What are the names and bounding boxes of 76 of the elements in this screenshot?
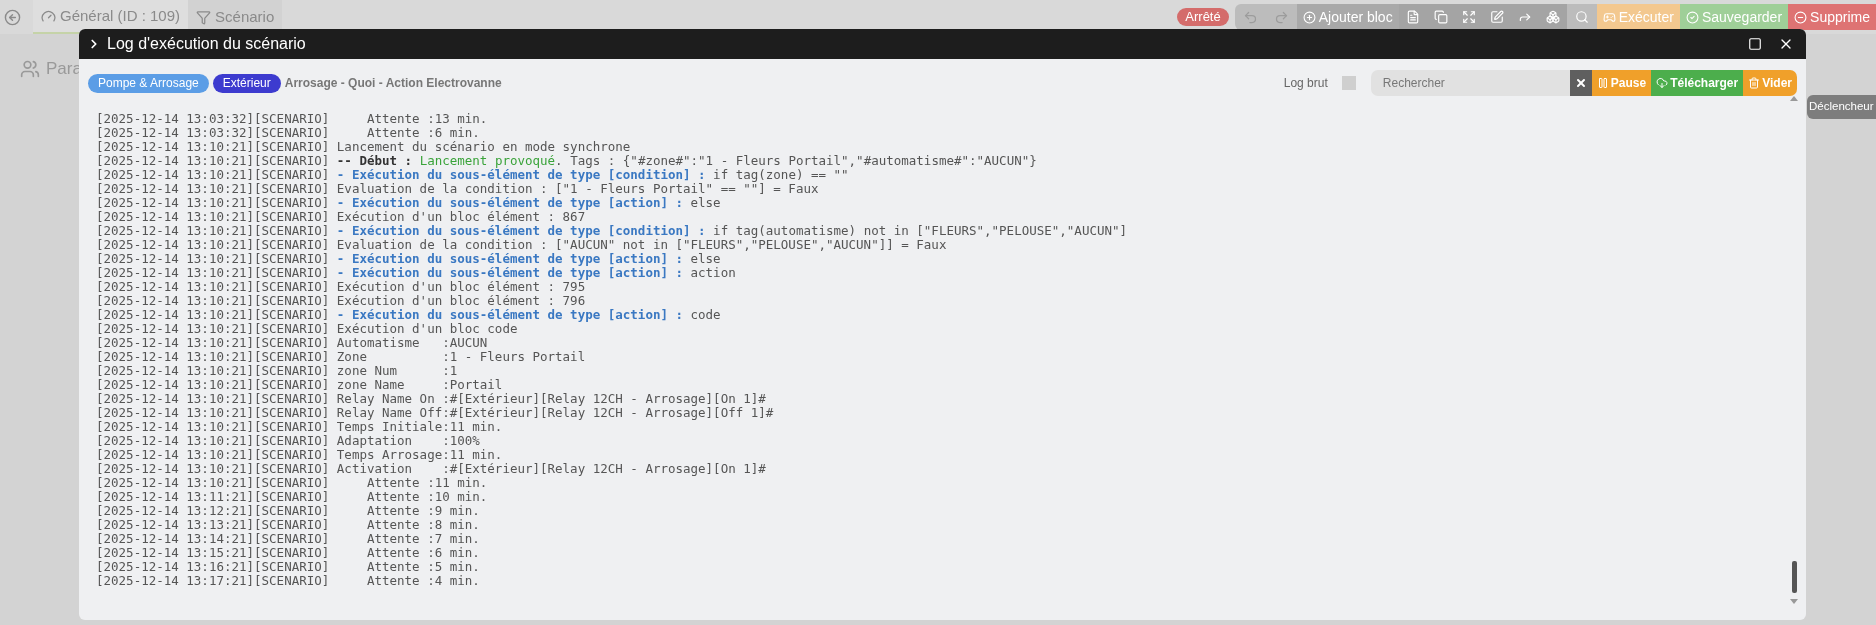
log-line: [2025-12-14 13:10:21][SCENARIO] Attente :11 min. xyxy=(96,476,488,490)
scenario-name: Arrosage - Quoi - Action Electrovanne xyxy=(284,75,502,92)
dialog-title: Log d'exécution du scénario xyxy=(107,34,306,54)
log-line: [2025-12-14 13:13:21][SCENARIO] Attente :8 min. xyxy=(96,518,480,532)
cubes-icon[interactable] xyxy=(1545,10,1560,24)
log-line: [2025-12-14 13:03:32][SCENARIO] Attente :13 min. xyxy=(96,112,488,126)
minus-circle-icon xyxy=(1794,10,1808,24)
tag-badge: Pompe & Arrosage xyxy=(88,73,209,93)
log-line: [2025-12-14 13:03:32][SCENARIO] Attente :6 min. xyxy=(96,126,480,140)
log-line: [2025-12-14 13:10:21][SCENARIO] - Exécution du sous-élément de type [action] : else xyxy=(96,196,721,210)
log-line: [2025-12-14 13:10:21][SCENARIO] Exécution d'un bloc élément : 867 xyxy=(96,210,586,224)
search-icon[interactable] xyxy=(1574,10,1589,24)
log-line: [2025-12-14 13:10:21][SCENARIO] zone Num :1 xyxy=(96,364,458,378)
log-line: [2025-12-14 13:10:21][SCENARIO] - Exécution du sous-élément de type [action] : code xyxy=(96,308,721,322)
add-block-button[interactable]: Ajouter bloc xyxy=(1296,4,1399,30)
maximize-icon[interactable] xyxy=(1748,37,1762,51)
tag-badge: Extérieur xyxy=(212,73,281,93)
log-line: [2025-12-14 13:10:21][SCENARIO] Relay Name Off:#[Extérieur][Relay 12CH - Arrosage][Off 1]# xyxy=(96,406,774,420)
toolbar-action-button[interactable]: Supprime xyxy=(1788,4,1876,30)
trash-icon xyxy=(1748,77,1761,89)
redo-icon[interactable] xyxy=(1273,9,1289,25)
close-icon xyxy=(1574,77,1587,89)
log-line: [2025-12-14 13:10:21][SCENARIO] Exécution d'un bloc élément : 796 xyxy=(96,294,586,308)
log-line: [2025-12-14 13:10:21][SCENARIO] Exécution d'un bloc élément : 795 xyxy=(96,280,586,294)
plus-circle-icon xyxy=(1302,10,1316,24)
back-icon[interactable] xyxy=(4,8,21,26)
toolbar-action-button[interactable]: Exécuter xyxy=(1596,4,1680,30)
raw-log-label: Log brut xyxy=(1283,75,1328,92)
check-circle-icon xyxy=(1685,10,1699,24)
undo-icon[interactable] xyxy=(1242,9,1258,25)
scroll-down-icon[interactable] xyxy=(1790,599,1798,604)
log-line: [2025-12-14 13:10:21][SCENARIO] - Exécution du sous-élément de type [action] : action xyxy=(96,266,736,280)
log-line: [2025-12-14 13:11:21][SCENARIO] Attente :10 min. xyxy=(96,490,488,504)
log-line: [2025-12-14 13:10:21][SCENARIO] Temps Initiale:11 min. xyxy=(96,420,503,434)
log-line: [2025-12-14 13:10:21][SCENARIO] Adaptation :100% xyxy=(96,434,480,448)
log-action-button[interactable]: Pause xyxy=(1591,70,1652,96)
search-field[interactable]: Rechercher xyxy=(1370,70,1570,96)
log-line: [2025-12-14 13:12:21][SCENARIO] Attente :9 min. xyxy=(96,504,480,518)
cloud-download-icon xyxy=(1656,77,1669,89)
filter-icon xyxy=(196,9,212,25)
log-action-button[interactable]: Télécharger xyxy=(1651,70,1744,96)
status-badge: Arrêté xyxy=(1177,8,1229,26)
scroll-thumb[interactable] xyxy=(1791,561,1797,593)
log-line: [2025-12-14 13:16:21][SCENARIO] Attente :5 min. xyxy=(96,560,480,574)
log-line: [2025-12-14 13:10:21][SCENARIO] zone Name :Portail xyxy=(96,378,503,392)
users-icon xyxy=(20,58,40,79)
raw-log-checkbox[interactable] xyxy=(1341,76,1356,90)
log-line: [2025-12-14 13:10:21][SCENARIO] Activation :#[Extérieur][Relay 12CH - Arrosage][On 1]# xyxy=(96,462,766,476)
log-line: [2025-12-14 13:10:21][SCENARIO] Lancement du scénario en mode synchrone xyxy=(96,140,631,154)
trigger-button[interactable]: Déclencheur xyxy=(1807,95,1876,119)
nav-tab[interactable]: Général (ID : 109) xyxy=(33,0,189,34)
expand-icon[interactable] xyxy=(1461,10,1476,24)
log-line: [2025-12-14 13:10:21][SCENARIO] Relay Name On :#[Extérieur][Relay 12CH - Arrosage][On 1]# xyxy=(96,392,766,406)
clear-search-button[interactable] xyxy=(1569,70,1592,96)
log-line: [2025-12-14 13:10:21][SCENARIO] Automatisme :AUCUN xyxy=(96,336,488,350)
copy-icon[interactable] xyxy=(1433,10,1448,24)
gamepad-icon xyxy=(1602,10,1616,24)
pause-icon xyxy=(1596,77,1609,89)
log-line: [2025-12-14 13:17:21][SCENARIO] Attente :4 min. xyxy=(96,574,480,588)
gauge-icon xyxy=(41,8,56,24)
share-icon[interactable] xyxy=(1517,10,1532,24)
edit-icon[interactable] xyxy=(1489,10,1504,24)
log-action-button[interactable]: Vider xyxy=(1743,70,1797,96)
log-line: [2025-12-14 13:10:21][SCENARIO] Zone :1 - Fleurs Portail xyxy=(96,350,586,364)
log-line: [2025-12-14 13:10:21][SCENARIO] - Exécution du sous-élément de type [action] : else xyxy=(96,252,721,266)
log-line: [2025-12-14 13:10:21][SCENARIO] Evaluation de la condition : ["1 - Fleurs Portail" == ""] = Faux xyxy=(96,182,819,196)
file-icon[interactable] xyxy=(1405,10,1420,24)
log-line: [2025-12-14 13:14:21][SCENARIO] Attente :7 min. xyxy=(96,532,480,546)
log-line: [2025-12-14 13:10:21][SCENARIO] Evaluation de la condition : ["AUCUN" not in ["FLEURS","PELOUSE","AUCUN"]] = Faux xyxy=(96,238,947,252)
toolbar-action-button[interactable]: Sauvegarder xyxy=(1679,4,1789,30)
log-line: [2025-12-14 13:15:21][SCENARIO] Attente :6 min. xyxy=(96,546,480,560)
log-line: [2025-12-14 13:10:21][SCENARIO] Exécution d'un bloc code xyxy=(96,322,518,336)
log-line: [2025-12-14 13:10:21][SCENARIO] - Exécution du sous-élément de type [condition] : if tag(zone) == "" xyxy=(96,168,849,182)
log-line: [2025-12-14 13:10:21][SCENARIO] -- Début : Lancement provoqué. Tags : {"#zone#":"1 - Fleurs Portail","#automatisme#":"AUCUN"} xyxy=(96,154,1037,168)
log-line: [2025-12-14 13:10:21][SCENARIO] - Exécution du sous-élément de type [condition] : if tag(automatisme) not in ["FLEURS","PELOUSE","AUCUN"] xyxy=(96,224,1128,238)
log-line: [2025-12-14 13:10:21][SCENARIO] Temps Arrosage:11 min. xyxy=(96,448,503,462)
